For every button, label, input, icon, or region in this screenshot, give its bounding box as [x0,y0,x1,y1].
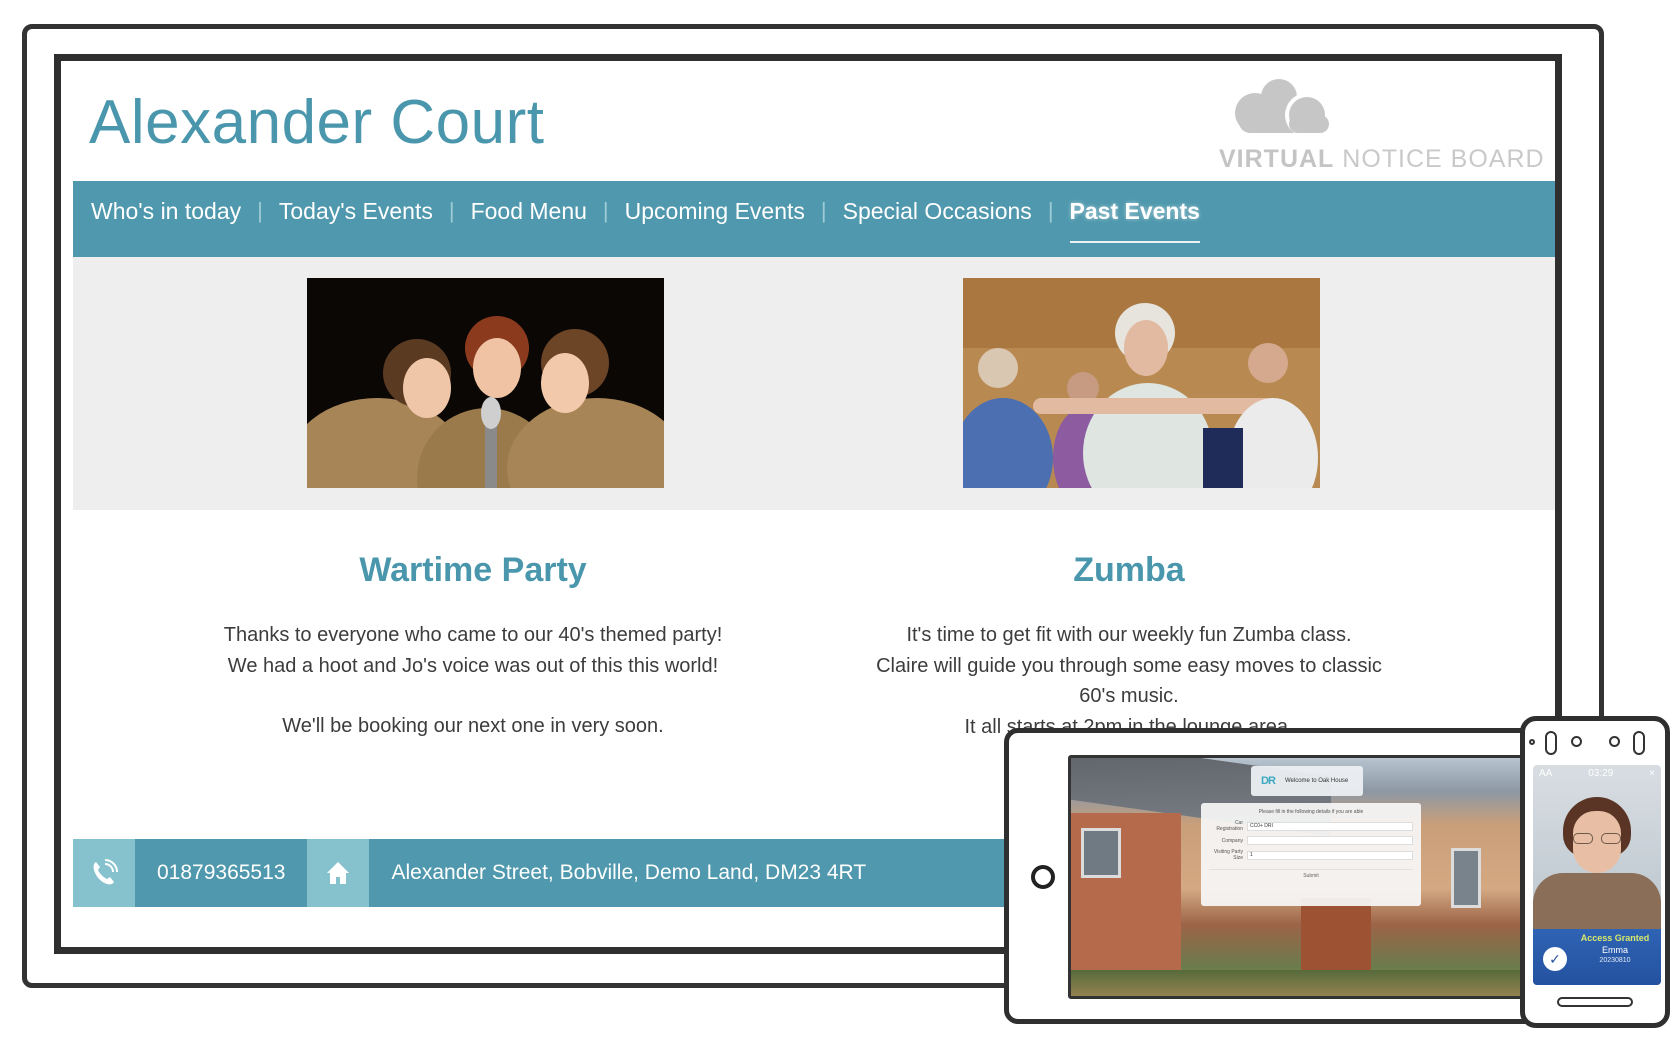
user-id: 20230810 [1599,957,1631,964]
event-text-line: Thanks to everyone who came to our 40's … [223,624,723,646]
face-recognition-device: AA 03:29 × ✓ Access Granted Emma 2023081… [1520,716,1670,1028]
camera-icon [1633,731,1645,755]
wartime-party-photo [307,278,664,488]
event-text-line: We'll be booking our next one in very so… [282,715,664,737]
event-photo-strip [73,257,1555,510]
visitor-form: Please fill in the following details if … [1201,803,1421,906]
phone-number[interactable]: 01879365513 [135,861,307,885]
user-face-photo [1533,797,1661,933]
virtual-notice-board-logo: VIRTUAL NOTICE BOARD [1219,75,1544,175]
event-description: Thanks to everyone who came to our 40's … [153,620,793,742]
building-window [1451,848,1481,908]
nav-item-special-occasions[interactable]: Special Occasions [843,181,1032,257]
form-row: Visiting Party Size 1 [1209,849,1413,861]
logo-text: VIRTUAL NOTICE BOARD [1219,145,1545,173]
building-window [1081,828,1121,878]
site-title: Alexander Court [89,88,545,157]
sensor-icon [1571,736,1582,747]
welcome-banner: DR Welcome to Oak House [1251,766,1363,796]
access-status: Access Granted [1580,933,1650,943]
event-card-wartime-party: Wartime Party Thanks to everyone who cam… [153,551,793,742]
access-screen: AA 03:29 × ✓ Access Granted Emma 2023081… [1533,765,1661,985]
garden-hedge [1071,970,1525,996]
camera-icon [1545,731,1557,755]
party-size-input[interactable]: 1 [1247,850,1413,860]
event-title: Zumba [1073,551,1185,589]
nav-item-whos-in-today[interactable]: Who's in today [91,181,241,257]
product-mockup: Alexander Court VIRTUAL NOTICE BOARD Who… [0,0,1679,1042]
event-title: Wartime Party [359,551,587,589]
sensor-icon [1529,739,1535,745]
event-description: It's time to get fit with our weekly fun… [809,620,1449,742]
visitor-signin-screen: DR Welcome to Oak House Please fill in t… [1068,755,1528,999]
camera-array [1529,731,1661,755]
main-nav: Who's in today | Today's Events | Food M… [73,181,1555,257]
phone-icon [73,839,135,907]
home-icon [307,839,370,907]
dr-logo: DR [1261,774,1276,787]
nav-separator: | [820,198,827,223]
clock: 03:29 [1588,767,1614,779]
event-text-line: Claire will guide you through some easy … [876,654,1382,677]
menu-icon[interactable]: AA [1539,768,1552,779]
form-row: Car Registration CC0+ DRI [1209,820,1413,832]
nav-item-past-events[interactable]: Past Events [1069,181,1201,257]
home-bar[interactable] [1557,997,1633,1007]
access-result-panel: ✓ Access Granted Emma 20230810 [1533,929,1661,985]
event-text-line: We had a hoot and Jo's voice was out of … [227,654,719,677]
status-bar: AA 03:29 × [1533,765,1661,781]
nav-separator: | [257,198,263,223]
party-size-label: Visiting Party Size [1213,849,1243,861]
company-label: Company [1221,837,1243,844]
cloud-icon [1235,79,1329,137]
event-card-zumba: Zumba It's time to get fit with our week… [809,551,1449,742]
nav-separator: | [1047,198,1054,223]
nav-item-todays-events[interactable]: Today's Events [279,181,433,257]
form-hint: Please fill in the following details if … [1258,809,1364,815]
car-registration-label: Car Registration [1216,820,1243,832]
user-name: Emma [1601,945,1628,955]
car-registration-input[interactable]: CC0+ DRI [1247,821,1413,831]
event-text-line: It's time to get fit with our weekly fun… [906,624,1352,646]
form-row: Company [1209,836,1413,845]
welcome-text: Welcome to Oak House [1285,778,1349,784]
nav-item-upcoming-events[interactable]: Upcoming Events [625,181,805,257]
check-icon: ✓ [1543,947,1567,971]
address: Alexander Street, Bobville, Demo Land, D… [391,861,867,884]
sensor-icon [1609,736,1620,747]
tablet-device: DR Welcome to Oak House Please fill in t… [1004,728,1564,1024]
nav-item-food-menu[interactable]: Food Menu [471,181,587,257]
tablet-home-button[interactable] [1031,865,1055,889]
nav-separator: | [448,198,455,223]
company-input[interactable] [1247,836,1413,845]
submit-button[interactable]: Submit [1209,869,1413,881]
zumba-photo [963,278,1320,488]
event-text-line: 60's music. [1079,685,1179,707]
close-icon[interactable]: × [1649,768,1655,779]
nav-separator: | [602,198,609,223]
